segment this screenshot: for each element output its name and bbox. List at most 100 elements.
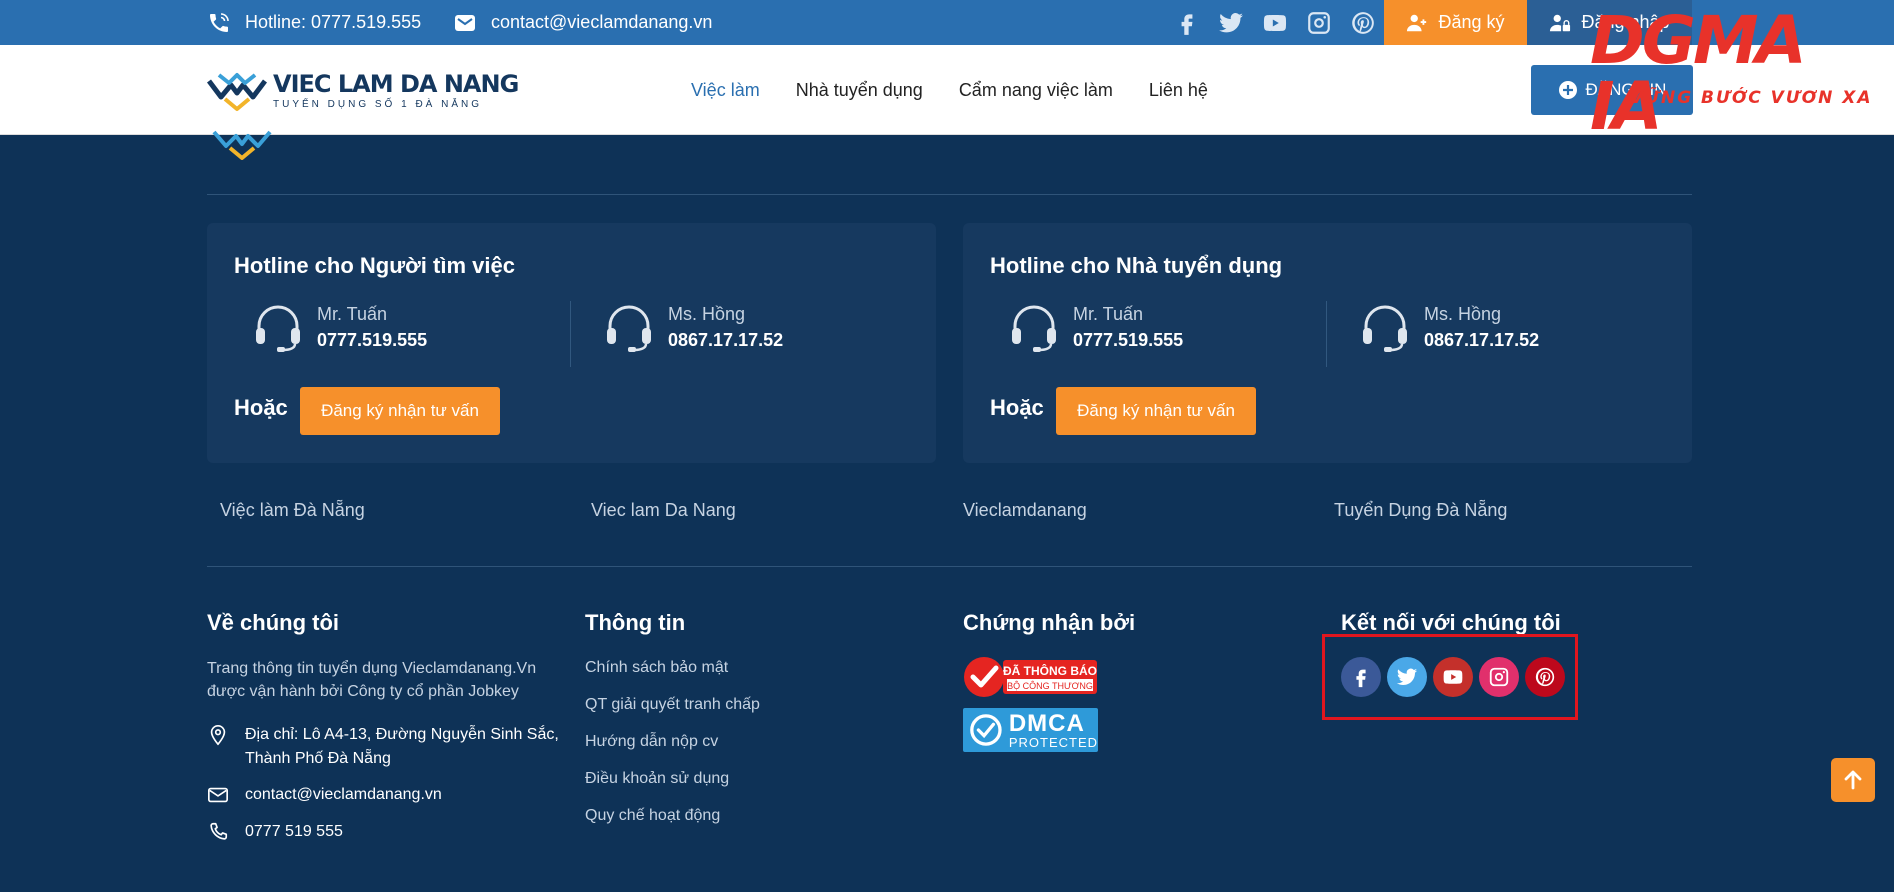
connect-title: Kết nối với chúng tôi — [1341, 610, 1561, 635]
phone-row[interactable]: 0777 519 555 — [207, 820, 343, 844]
phone-icon — [210, 822, 228, 840]
contact-name: Mr. Tuấn — [1073, 304, 1144, 324]
hotline-link[interactable]: Hotline: 0777.519.555 — [207, 0, 421, 45]
watermark-title: DGMA IA — [1590, 2, 1807, 145]
register-button[interactable]: Đăng ký — [1384, 0, 1527, 45]
headset-icon — [607, 305, 651, 352]
facebook-icon — [1356, 669, 1366, 688]
dmca-title: DMCA — [1008, 709, 1085, 737]
watermark-slogan: VỮNG BƯỚC VƯƠN XA — [1630, 88, 1873, 108]
youtube-icon — [1443, 670, 1463, 684]
email-link[interactable]: contact@vieclamdanang.vn — [453, 0, 712, 45]
divider — [1326, 301, 1327, 367]
logo-name: VIEC LAM DA NANG — [273, 70, 519, 98]
or-label: Hoặc — [990, 395, 1044, 420]
dmca-subtitle: PROTECTED — [1008, 734, 1098, 750]
instagram-icon — [1489, 667, 1509, 687]
logo-mark-icon — [207, 73, 267, 111]
contact-phone[interactable]: 0867.17.17.52 — [1424, 327, 1539, 353]
nav-cam-nang[interactable]: Cẩm nang việc làm — [959, 80, 1113, 101]
user-lock-icon — [1550, 14, 1571, 31]
brand-watermark: DGMA IA VỮNG BƯỚC VƯƠN XA — [1590, 8, 1890, 140]
youtube-icon[interactable] — [1262, 10, 1288, 36]
consult-register-button[interactable]: Đăng ký nhận tư vấn — [1056, 387, 1256, 435]
headset-icon — [1012, 305, 1056, 352]
pinterest-button[interactable] — [1525, 657, 1565, 697]
contact-name: Ms. Hồng — [668, 304, 746, 324]
topbar-social — [1174, 0, 1376, 45]
contact-item: Mr. Tuấn 0777.519.555 — [1009, 301, 1183, 353]
email-text: contact@vieclamdanang.vn — [245, 786, 442, 803]
twitter-icon[interactable] — [1218, 10, 1244, 36]
email-text: contact@vieclamdanang.vn — [491, 12, 713, 32]
twitter-button[interactable] — [1387, 657, 1427, 697]
footer-link-dispute[interactable]: QT giải quyết tranh chấp — [585, 696, 760, 714]
site-logo[interactable]: VIEC LAM DA NANG TUYỂN DỤNG SỐ 1 ĐÀ NẴNG — [207, 67, 519, 113]
phone-icon — [210, 12, 229, 32]
about-description: Trang thông tin tuyển dụng Vieclamdanang… — [207, 660, 537, 700]
twitter-icon — [1396, 668, 1418, 685]
headset-icon — [256, 305, 300, 352]
badge1-line2: BỘ CÔNG THƯƠNG — [1007, 681, 1093, 691]
address-row: Địa chỉ: Lô A4-13, Đường Nguyễn Sinh Sắc… — [207, 723, 567, 771]
footer-link-cv-guide[interactable]: Hướng dẫn nộp cv — [585, 733, 718, 751]
consult-register-button[interactable]: Đăng ký nhận tư vấn — [300, 387, 500, 435]
or-label: Hoặc — [234, 395, 288, 420]
divider — [207, 194, 1692, 195]
keyword-link[interactable]: Viec lam Da Nang — [591, 500, 736, 521]
keyword-link[interactable]: Tuyển Dụng Đà Nẵng — [1334, 500, 1507, 521]
arrow-up-icon — [1844, 770, 1862, 790]
certified-title: Chứng nhận bởi — [963, 610, 1136, 635]
youtube-button[interactable] — [1433, 657, 1473, 697]
hotline-card-employers: Hotline cho Nhà tuyển dụng Mr. Tuấn 0777… — [963, 223, 1692, 463]
contact-phone[interactable]: 0777.519.555 — [317, 327, 427, 353]
location-pin-icon — [210, 725, 226, 746]
phone-text: 0777 519 555 — [245, 823, 343, 840]
pinterest-icon — [1535, 667, 1555, 687]
back-to-top-button[interactable] — [1831, 758, 1875, 802]
divider — [207, 566, 1692, 567]
footer-logo-icon — [212, 130, 272, 165]
contact-name: Mr. Tuấn — [317, 304, 388, 324]
logo-tagline: TUYỂN DỤNG SỐ 1 ĐÀ NẴNG — [273, 99, 483, 110]
footer-link-terms[interactable]: Điều khoản sử dụng — [585, 770, 729, 788]
user-plus-icon — [1407, 14, 1427, 31]
address-text: Địa chỉ: Lô A4-13, Đường Nguyễn Sinh Sắc… — [245, 726, 559, 767]
instagram-button[interactable] — [1479, 657, 1519, 697]
register-label: Đăng ký — [1438, 12, 1505, 32]
contact-item: Ms. Hồng 0867.17.17.52 — [1360, 301, 1539, 353]
email-row[interactable]: contact@vieclamdanang.vn — [207, 783, 442, 807]
contact-phone[interactable]: 0867.17.17.52 — [668, 327, 783, 353]
contact-item: Ms. Hồng 0867.17.17.52 — [604, 301, 783, 353]
contact-phone[interactable]: 0777.519.555 — [1073, 327, 1183, 353]
card-title: Hotline cho Người tìm việc — [234, 253, 515, 278]
dmca-badge[interactable]: DMCA PROTECTED — [963, 708, 1098, 752]
instagram-icon[interactable] — [1306, 10, 1332, 36]
footer-link-regulations[interactable]: Quy chế hoạt động — [585, 807, 720, 825]
card-title: Hotline cho Nhà tuyển dụng — [990, 253, 1283, 278]
keyword-link[interactable]: Vieclamdanang — [963, 500, 1087, 521]
contact-name: Ms. Hồng — [1424, 304, 1502, 324]
about-title: Về chúng tôi — [207, 610, 339, 635]
divider — [570, 301, 571, 367]
pinterest-icon[interactable] — [1350, 10, 1376, 36]
check-circle-icon — [970, 714, 1002, 746]
plus-circle-icon — [1558, 81, 1577, 99]
keyword-link[interactable]: Việc làm Đà Nẵng — [220, 500, 365, 521]
hotline-card-candidates: Hotline cho Người tìm việc Mr. Tuấn 0777… — [207, 223, 936, 463]
hotline-text: Hotline: 0777.519.555 — [245, 12, 422, 32]
mail-icon — [455, 14, 475, 31]
bo-cong-thuong-badge[interactable]: ĐÃ THÔNG BÁO BỘ CÔNG THƯƠNG — [963, 656, 1098, 698]
nav-nha-tuyen-dung[interactable]: Nhà tuyển dụng — [796, 80, 923, 101]
nav-viec-lam[interactable]: Việc làm — [691, 80, 760, 101]
facebook-icon[interactable] — [1174, 10, 1200, 36]
headset-icon — [1363, 305, 1407, 352]
badge1-line1: ĐÃ THÔNG BÁO — [1003, 663, 1097, 678]
nav-lien-he[interactable]: Liên hệ — [1149, 80, 1208, 101]
mail-icon — [208, 787, 228, 803]
facebook-button[interactable] — [1341, 657, 1381, 697]
main-nav: Việc làm Nhà tuyển dụng Cẩm nang việc là… — [691, 45, 1208, 135]
footer-link-privacy[interactable]: Chính sách bảo mật — [585, 659, 728, 677]
contact-item: Mr. Tuấn 0777.519.555 — [253, 301, 427, 353]
info-title: Thông tin — [585, 610, 686, 635]
